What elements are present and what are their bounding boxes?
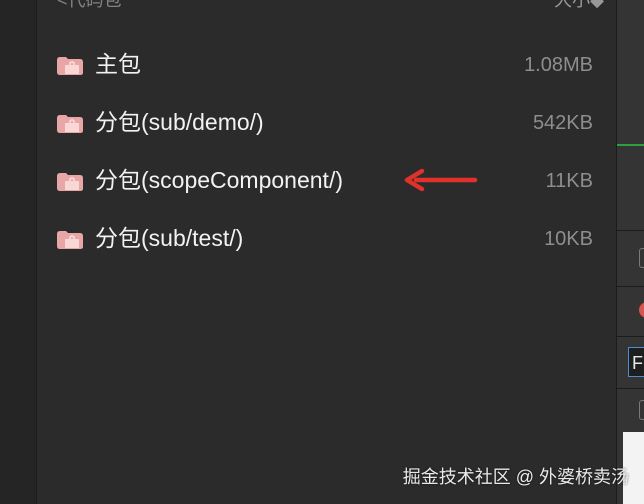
folder-icon <box>57 231 83 249</box>
package-size: 1.08MB <box>524 54 593 76</box>
package-row-sub-test[interactable]: 分包(sub/test/) 10KB <box>37 218 616 258</box>
divider <box>617 388 644 389</box>
settings-checkbox[interactable] <box>639 248 644 268</box>
package-size: 542KB <box>532 112 593 134</box>
list-header: <代码包 大小◆ <box>37 0 616 10</box>
settings-checkbox[interactable] <box>639 400 644 420</box>
package-row-main[interactable]: 主包 1.08MB <box>37 44 616 84</box>
package-name: 分包(sub/demo/) <box>95 109 264 135</box>
arrow-left-icon <box>404 168 478 192</box>
package-name: 主包 <box>95 51 141 77</box>
error-icon <box>639 302 644 318</box>
size-column-header[interactable]: 大小◆ <box>554 0 604 10</box>
left-strip <box>0 0 37 504</box>
package-row-scope-component[interactable]: 分包(scopeComponent/) 11KB <box>37 160 616 200</box>
right-settings-panel: F <box>616 0 644 504</box>
folder-icon <box>57 115 83 133</box>
settings-input[interactable]: F <box>628 347 644 377</box>
divider <box>617 336 644 337</box>
package-row-sub-demo[interactable]: 分包(sub/demo/) 542KB <box>37 102 616 142</box>
divider <box>617 230 644 231</box>
package-size: 10KB <box>544 228 593 250</box>
package-size: 11KB <box>545 170 593 192</box>
divider <box>617 286 644 287</box>
package-name: 分包(sub/test/) <box>95 225 244 251</box>
package-list-panel: <代码包 大小◆ 主包 1.08MB 分包(sub/demo/) 542KB 分… <box>37 0 616 504</box>
watermark: 掘金技术社区 @ 外婆桥卖汤 <box>402 467 629 487</box>
package-name: 分包(scopeComponent/) <box>95 167 343 193</box>
folder-icon <box>57 173 83 191</box>
folder-icon <box>57 57 83 75</box>
status-indicator <box>617 144 644 146</box>
code-package-column-header[interactable]: <代码包 <box>57 0 122 10</box>
